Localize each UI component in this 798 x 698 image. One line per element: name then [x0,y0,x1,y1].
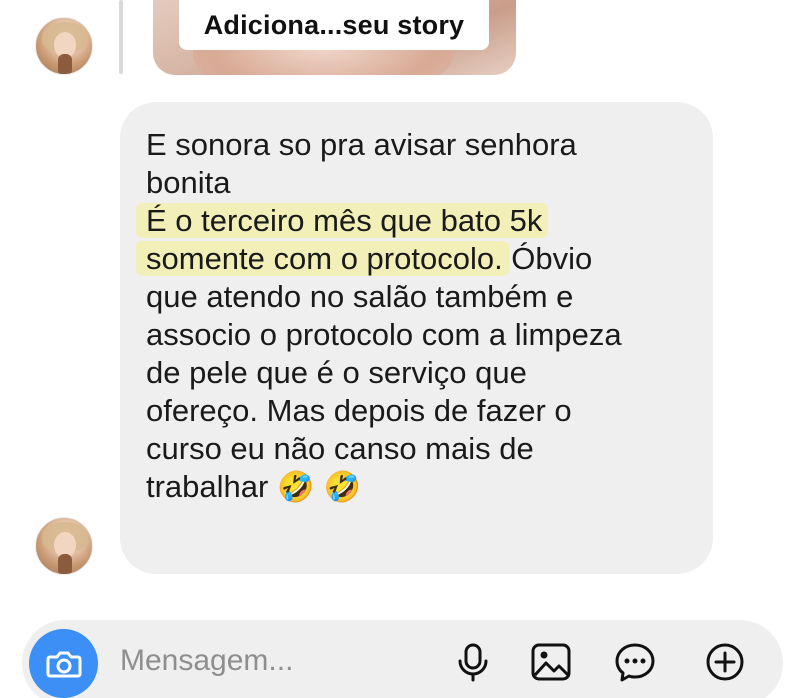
message-line: ofereço. Mas depois de fazer o [146,393,572,428]
reply-indicator-bar [119,0,123,74]
message-input[interactable]: Mensagem... [120,644,293,678]
message-line: de pele que é o serviço que [146,355,527,390]
plus-button[interactable] [703,640,747,684]
sticker-button[interactable] [613,640,657,684]
message-line: que atendo no salão também e [146,279,574,314]
gallery-button[interactable] [529,640,573,684]
laughing-emoji: 🤣 🤣 [276,470,362,505]
message-line: E sonora so pra avisar senhora [146,127,577,162]
highlighted-text: É o terceiro mês que bato 5k [146,203,543,238]
sender-avatar[interactable] [35,17,93,75]
message-line: bonita [146,165,231,200]
plus-icon [706,643,744,681]
avatar-hand [58,54,72,74]
microphone-button[interactable] [451,640,495,684]
message-text: E sonora so pra avisar senhora bonita É … [146,126,706,506]
message-line: trabalhar 🤣 🤣 [146,468,706,506]
highlighted-text: somente com o protocolo. [146,241,503,276]
message-line: curso eu não canso mais de [146,431,534,466]
avatar-hand [58,554,72,574]
story-reply-label: Adiciona...seu story [179,0,489,50]
sticker-icon [615,643,655,682]
message-text-fragment: trabalhar [146,469,269,504]
message-line: somente com o protocolo. Óbvio [146,240,706,278]
gallery-icon [531,643,571,681]
camera-button[interactable] [29,629,98,698]
message-line: associo o protocolo com a limpeza [146,317,622,352]
camera-icon [46,651,81,677]
microphone-icon [458,643,488,682]
sender-avatar[interactable] [35,517,93,575]
message-text-fragment: Óbvio [502,241,593,276]
message-line: É o terceiro mês que bato 5k [146,202,706,240]
